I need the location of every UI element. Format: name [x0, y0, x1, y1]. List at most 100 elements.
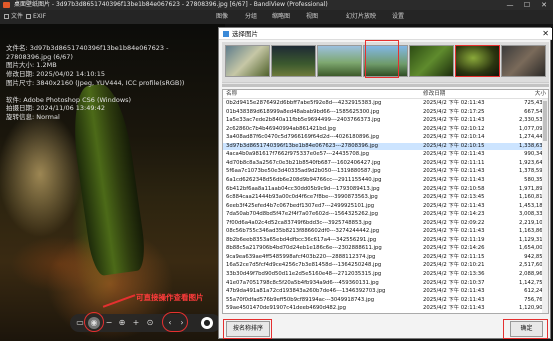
menu-image[interactable]: 图像 [216, 10, 228, 24]
menu-thumbnails[interactable]: 缩略图 [272, 10, 290, 24]
info-line: 软件: Adobe Photoshop CS6 (Windows) [6, 95, 132, 104]
file-name: 2c62860c7b4b46940994ab861421bd.jpg [226, 125, 336, 132]
header-date[interactable]: 修改日期 [423, 90, 493, 99]
file-row[interactable]: 41e07a7051798c8c5f20a5b4fb934a9d6---4593… [223, 279, 548, 287]
thumbnail[interactable] [225, 45, 270, 77]
file-row[interactable]: 6b412bf6aa8a11aab04cc30dd05b9c9d---17930… [223, 185, 548, 193]
main-toolbar: 文件 EXIF 图像 分组 缩略图 视图 幻灯片放映 设置 [0, 10, 553, 24]
thumbnail[interactable] [271, 45, 316, 77]
file-name: 6eeb3f425efed4b7c067bedf1307ed7---249992… [226, 202, 375, 209]
file-name: 59ae4501470de91907c41deeb4690d482.jpg [226, 305, 347, 312]
annotation-circle [162, 312, 188, 332]
info-line [6, 88, 184, 96]
file-row[interactable]: 5f6aa7c1073be50e3d40335ad9d2b050---13198… [223, 168, 548, 175]
file-date: 2025/4/2 下午 02:17:25 [423, 108, 485, 115]
zoom-in-icon[interactable]: ⊕ [116, 317, 128, 329]
header-size[interactable]: 大小 [506, 90, 546, 99]
thumbnail[interactable] [501, 45, 546, 77]
file-row[interactable]: 3a408ad87f6c0470c5d7966169f64d2d---40261… [223, 134, 548, 141]
thumbnail-selected[interactable] [455, 45, 500, 77]
file-date: 2025/4/2 下午 02:11:19 [423, 236, 485, 243]
annotation-box [365, 40, 399, 78]
zoom-out-icon[interactable]: − [103, 317, 115, 329]
file-row[interactable]: 33b30d49f7bd90d50d11e2d5e5160e48---27120… [223, 271, 548, 278]
info-line: 拍摄日期: 2024/11/06 13:49:42 [6, 104, 105, 113]
file-row[interactable]: 9ca9ea639ae4ff5485998afcf403b220---28881… [223, 253, 548, 261]
file-row[interactable]: 1a5e33ac7ede2b840a11fbb5e9694499---24037… [223, 117, 548, 124]
menu-view[interactable]: 视图 [306, 10, 318, 24]
file-row[interactable]: 7f00d6a4a02c4d52ca83749f6bdd3c---3925748… [223, 219, 548, 227]
file-row[interactable]: 8b2b6eeb8353a65ebd4dfbcc36c617a4---34255… [223, 236, 548, 244]
file-size: 1,378,594 [519, 168, 546, 175]
image-icon [223, 31, 229, 37]
info-icon [26, 14, 31, 19]
file-size: 612,244 [524, 288, 546, 295]
file-name: 55a70f0dfad576b9eff50b9cf89194ac---30499… [226, 296, 375, 303]
file-row[interactable]: 6c884caa21444b93a00c0d4f6ce7f8be---39908… [223, 194, 548, 201]
minimize-button[interactable]: — [503, 0, 517, 10]
file-row[interactable]: 01b438389d618999a8ed48abab9bd66---158562… [223, 108, 548, 116]
file-row[interactable]: 0b2d9415e2876492d6bbff7abe5f92e8d---4232… [223, 100, 548, 107]
file-date: 2025/4/2 下午 02:11:11 [423, 159, 485, 166]
menu-exif[interactable]: EXIF [26, 10, 46, 24]
header-name[interactable]: 名称 [226, 90, 421, 99]
info-line: 修改日期: 2025/04/02 14:10:15 [6, 70, 105, 79]
file-list: 名称 修改日期 大小 0b2d9415e2876492d6bbff7abe5f9… [222, 89, 549, 314]
file-row[interactable]: 16a52ce7d5fcf4d9ce4256c7b3e81458d---1364… [223, 262, 548, 269]
file-size: 1,338,632 [519, 142, 546, 149]
file-name: 5f6aa7c1073be50e3d40335ad9d2b050---13198… [226, 168, 381, 175]
file-size: 756,760 [524, 296, 546, 303]
file-name: 8b2b6eeb8353a65ebd4dfbcc36c617a4---34255… [226, 236, 377, 243]
menu-file[interactable]: 文件 [4, 10, 23, 24]
file-date: 2025/4/2 下午 02:11:43 [423, 117, 485, 124]
file-date: 2025/4/2 下午 02:11:43 [423, 202, 485, 209]
file-size: 725,433 [524, 100, 546, 106]
scrollbar-thumb[interactable] [543, 101, 547, 141]
menu-slideshow[interactable]: 幻灯片放映 [346, 10, 376, 24]
dialog-close-button[interactable]: ✕ [542, 28, 549, 40]
toggle-icon[interactable]: ● [201, 317, 213, 329]
add-icon[interactable]: + [130, 317, 142, 329]
info-line: 图片大小: 1.2MB [6, 61, 57, 70]
scrollbar-thumb[interactable] [222, 84, 549, 87]
close-button[interactable]: ✕ [537, 0, 551, 10]
list-scrollbar[interactable] [542, 99, 548, 313]
file-row[interactable]: 08c56b755c346ad35b8213f886602df0---32742… [223, 228, 548, 235]
file-row[interactable]: 4d70b8c8a3a2567c0e3b21b8540fb687---16024… [223, 159, 548, 167]
file-name: 33b30d49f7bd90d50d11e2d5e5160e48---27120… [226, 271, 382, 277]
info-line: 旋转信息: Normal [6, 112, 60, 121]
file-row[interactable]: 47b9da491a81a72cd193843a260b7de46---1346… [223, 288, 548, 295]
file-name: 3a408ad87f6c0470c5d7966169f64d2d---40261… [226, 134, 379, 141]
file-date: 2025/4/2 下午 02:11:43 [423, 296, 485, 303]
file-row[interactable]: 7da50ab704d8bd5f47e2f4f7a07e602d---15643… [223, 211, 548, 218]
maximize-button[interactable]: ☐ [520, 0, 534, 10]
file-date: 2025/4/2 下午 02:10:58 [423, 185, 485, 192]
file-name: 6b412bf6aa8a11aab04cc30dd05b9c9d---17930… [226, 185, 380, 192]
file-date: 2025/4/2 下午 02:13:36 [423, 271, 485, 277]
file-size: 1,163,862 [519, 228, 546, 235]
annotation-box [503, 319, 548, 339]
thumbnail[interactable] [409, 45, 454, 77]
file-row[interactable]: 8b88c5a217906b4bd70d24eb1e186c6e---23028… [223, 245, 548, 252]
file-date: 2025/4/2 下午 02:09:22 [423, 219, 485, 226]
file-row[interactable]: 4aca4b0a981617f7662f975337e0e57---244357… [223, 151, 548, 158]
file-row[interactable]: 55a70f0dfad576b9eff50b9cf89194ac---30499… [223, 296, 548, 304]
annotation-hint: 可直接操作查看图片 [136, 293, 204, 302]
file-name: 41e07a7051798c8c5f20a5b4fb934a9d6---4593… [226, 279, 379, 286]
file-row[interactable]: 59ae4501470de91907c41deeb4690d482.jpg 202… [223, 305, 548, 312]
file-row-selected[interactable]: 3d97b3d8651740396f13be1b84e067623---2780… [223, 142, 548, 150]
file-size: 580,352 [524, 176, 546, 183]
menu-group[interactable]: 分组 [245, 10, 257, 24]
info-line: 文件名: 3d97b3d8651740396f13be1b84e067623 - [6, 44, 169, 52]
file-row[interactable]: 6a1cd6262348d56db6e208d9b94766cc---29111… [223, 176, 548, 184]
file-date: 2025/4/2 下午 02:14:26 [423, 245, 485, 252]
thumbnail[interactable] [317, 45, 362, 77]
menu-settings[interactable]: 设置 [392, 10, 404, 24]
file-row[interactable]: 6eeb3f425efed4b7c067bedf1307ed7---249992… [223, 202, 548, 210]
thumbnail-scrollbar[interactable] [222, 82, 549, 87]
file-date: 2025/4/2 下午 02:10:15 [423, 142, 485, 149]
file-size: 1,274,444 [519, 134, 546, 141]
file-date: 2025/4/2 下午 02:11:15 [423, 253, 485, 260]
file-row[interactable]: 2c62860c7b4b46940994ab861421bd.jpg 2025/4… [223, 125, 548, 133]
fit-icon[interactable]: ⊙ [144, 317, 156, 329]
